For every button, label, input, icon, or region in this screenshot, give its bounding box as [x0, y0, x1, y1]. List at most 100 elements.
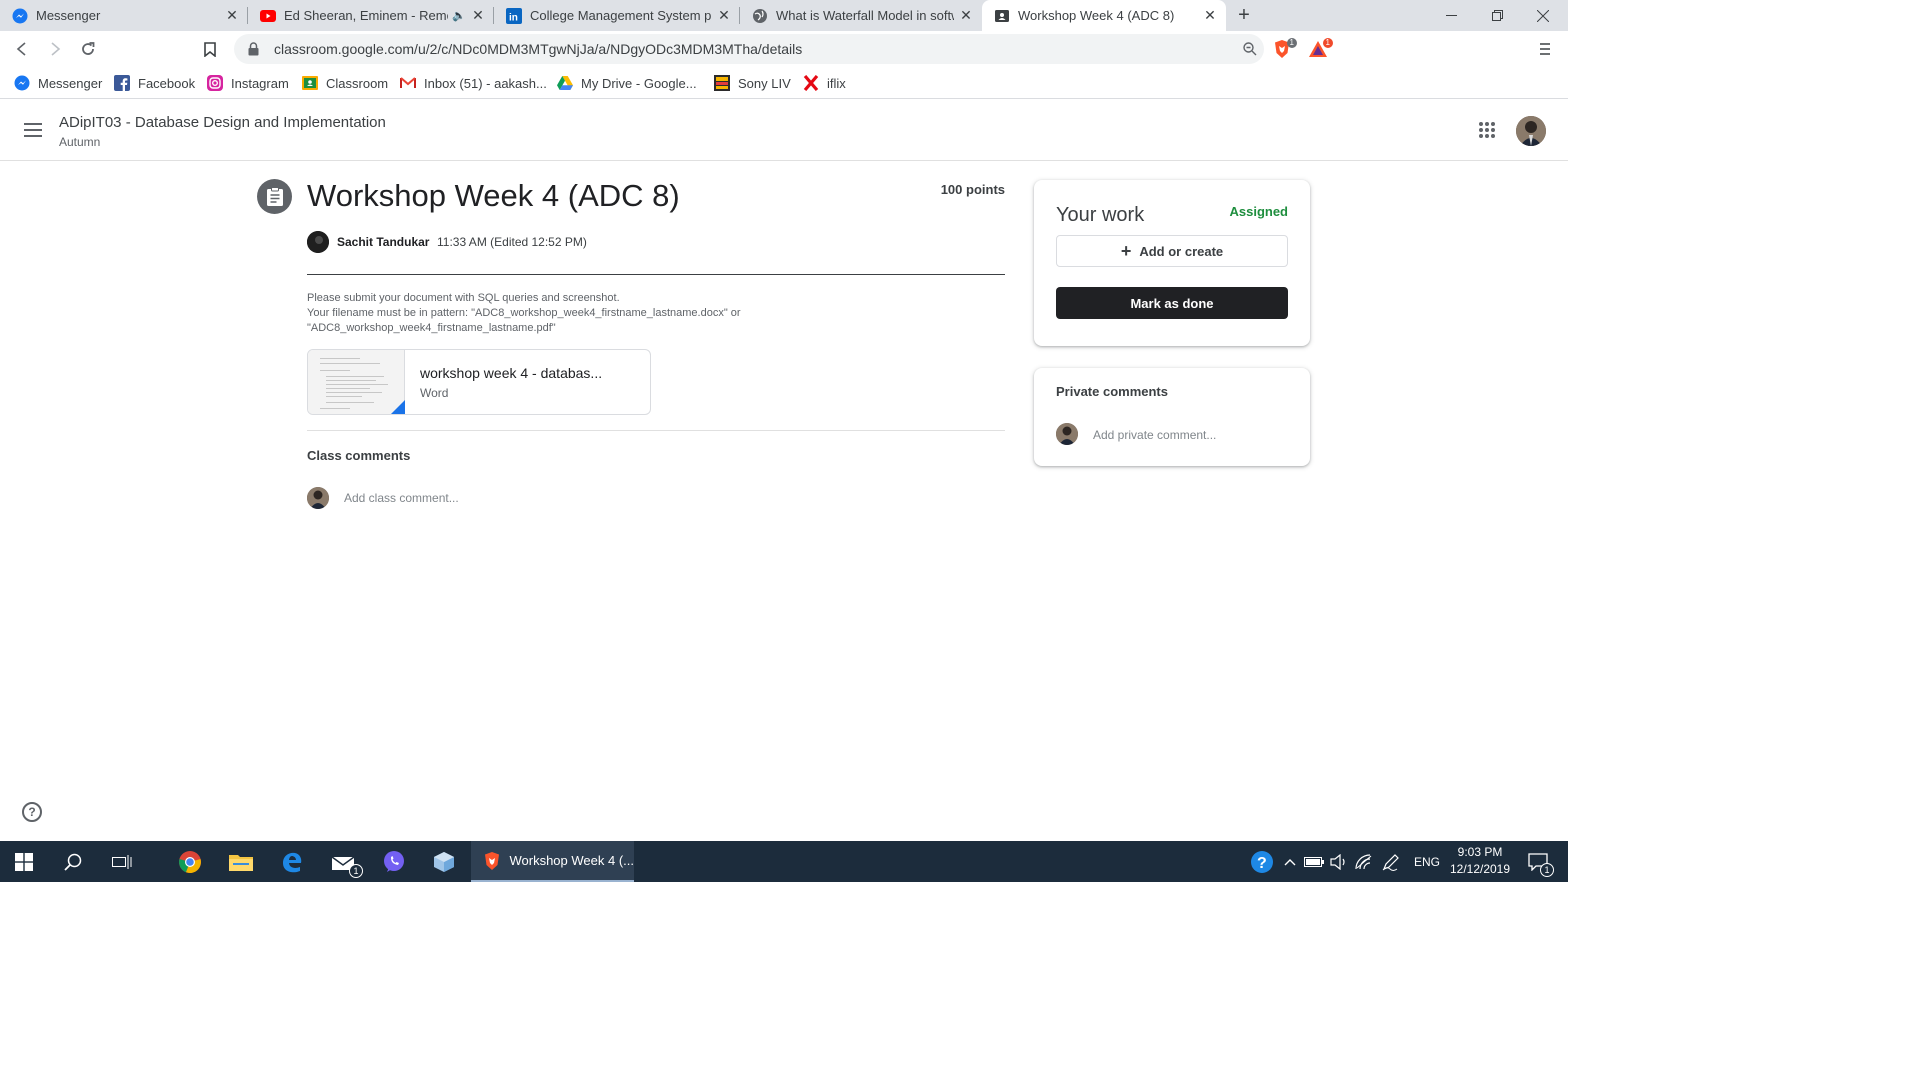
bookmark-facebook[interactable]: Facebook — [114, 73, 195, 93]
close-icon[interactable]: ✕ — [224, 7, 240, 24]
course-title[interactable]: ADipIT03 - Database Design and Implement… — [59, 114, 386, 131]
bookmark-label: Classroom — [326, 75, 389, 91]
new-tab-button[interactable]: + — [1232, 3, 1256, 27]
restore-button[interactable] — [1474, 0, 1520, 31]
chrome-icon[interactable] — [166, 841, 214, 882]
bookmark-label: iflix — [827, 75, 846, 91]
attachment-card[interactable]: workshop week 4 - databas... Word — [307, 349, 651, 415]
mail-icon[interactable]: 1 — [319, 841, 367, 882]
zoom-icon[interactable] — [1236, 35, 1264, 63]
bookmark-icon[interactable] — [196, 35, 224, 63]
battery-icon[interactable] — [1302, 841, 1326, 882]
taskbar-active-window[interactable]: Workshop Week 4 (... — [471, 841, 634, 882]
add-or-create-button[interactable]: + Add or create — [1056, 235, 1288, 267]
start-icon[interactable] — [0, 841, 48, 882]
word-file-icon — [389, 400, 405, 414]
file-explorer-icon[interactable] — [217, 841, 265, 882]
3d-box-icon[interactable] — [420, 841, 468, 882]
bookmark-inbox[interactable]: Inbox (51) - aakash... — [400, 73, 547, 93]
notification-count-badge: 1 — [1540, 863, 1554, 877]
instagram-icon — [207, 75, 223, 91]
main-menu-icon[interactable] — [19, 116, 47, 144]
menu-icon[interactable] — [1531, 35, 1559, 63]
tab-waterfall[interactable]: What is Waterfall Model in softwar ✕ — [740, 0, 982, 31]
tab-youtube[interactable]: Ed Sheeran, Eminem - Remem 🔈 ✕ — [248, 0, 494, 31]
private-comments-card: Private comments Add private comment... — [1034, 368, 1310, 466]
your-work-title: Your work — [1056, 204, 1145, 226]
tab-linkedin[interactable]: in College Management System proj ✕ — [494, 0, 740, 31]
user-avatar — [307, 487, 329, 509]
posted-time: 11:33 AM (Edited 12:52 PM) — [437, 235, 587, 249]
bookmark-label: Facebook — [138, 75, 196, 91]
gmail-icon — [400, 75, 416, 91]
chevron-up-icon[interactable] — [1280, 841, 1300, 882]
globe-icon — [752, 8, 768, 24]
viber-icon[interactable] — [370, 841, 418, 882]
tab-workshop[interactable]: Workshop Week 4 (ADC 8) ✕ — [982, 0, 1226, 31]
bookmark-drive[interactable]: My Drive - Google... — [557, 73, 697, 93]
title-divider — [307, 274, 1005, 275]
class-comments-label: Class comments — [307, 448, 411, 463]
tab-strip: Messenger ✕ Ed Sheeran, Eminem - Remem 🔈… — [0, 0, 1568, 31]
bookmark-messenger[interactable]: Messenger — [14, 73, 102, 93]
tab-title: College Management System proj — [530, 8, 712, 23]
reload-button[interactable] — [74, 35, 102, 63]
task-view-icon[interactable] — [98, 841, 146, 882]
bookmark-sonyliv[interactable]: Sony LIV — [714, 73, 791, 93]
rewards-icon[interactable]: 1 — [1306, 37, 1333, 61]
bookmark-label: Instagram — [231, 75, 289, 91]
forward-button[interactable] — [41, 35, 69, 63]
tab-title: Messenger — [36, 8, 101, 23]
tab-title: Ed Sheeran, Eminem - Remem — [284, 8, 449, 23]
comments-divider — [307, 430, 1005, 431]
close-icon[interactable]: ✕ — [958, 7, 974, 24]
class-comment-input[interactable]: Add class comment... — [344, 491, 459, 505]
help-tray-icon[interactable]: ? — [1248, 841, 1276, 882]
notifications-icon[interactable]: 1 — [1520, 841, 1556, 882]
close-icon[interactable]: ✕ — [1202, 7, 1218, 24]
tab-messenger[interactable]: Messenger ✕ — [0, 0, 248, 31]
svg-text:in: in — [509, 12, 518, 23]
volume-icon[interactable] — [1327, 841, 1351, 882]
taskbar-window-title: Workshop Week 4 (... — [509, 853, 634, 868]
back-button[interactable] — [8, 35, 36, 63]
search-icon[interactable] — [49, 841, 97, 882]
lock-icon — [248, 42, 262, 56]
sonyliv-icon — [714, 75, 730, 91]
wifi-icon[interactable] — [1352, 841, 1376, 882]
drive-icon — [557, 75, 573, 91]
attachment-type: Word — [420, 386, 449, 400]
bookmark-label: Sony LIV — [738, 75, 791, 91]
close-icon[interactable]: ✕ — [716, 7, 732, 24]
windows-taskbar: 1 Workshop Week 4 (... ? ENG 9:03 PM 12/… — [0, 841, 1568, 882]
account-avatar[interactable] — [1516, 116, 1546, 146]
description-line: "ADC8_workshop_week4_firstname_lastname.… — [307, 322, 556, 334]
bookmark-label: Inbox (51) - aakash... — [424, 75, 547, 91]
url-text[interactable]: classroom.google.com/u/2/c/NDc0MDM3MTgwN… — [274, 41, 1236, 57]
bookmark-iflix[interactable]: iflix — [803, 73, 846, 93]
mark-as-done-button[interactable]: Mark as done — [1056, 287, 1288, 319]
bookmark-label: Messenger — [38, 75, 103, 91]
speaker-icon[interactable]: 🔈 — [452, 9, 466, 22]
clock-time: 9:03 PM — [1457, 845, 1503, 859]
bookmark-classroom[interactable]: Classroom — [302, 73, 388, 93]
user-avatar — [1056, 423, 1078, 445]
apps-grid-icon[interactable] — [1474, 117, 1500, 143]
clock[interactable]: 9:03 PM 12/12/2019 — [1444, 844, 1516, 878]
pen-icon[interactable] — [1378, 841, 1404, 882]
tab-title: What is Waterfall Model in softwar — [776, 8, 954, 23]
help-icon[interactable]: ? — [22, 802, 42, 822]
classroom-header: ADipIT03 - Database Design and Implement… — [0, 100, 1568, 161]
bookmark-instagram[interactable]: Instagram — [207, 73, 289, 93]
minimize-button[interactable] — [1428, 0, 1474, 31]
close-window-button[interactable] — [1520, 0, 1566, 31]
close-icon[interactable]: ✕ — [470, 7, 486, 24]
mail-count-badge: 1 — [349, 864, 363, 878]
edge-icon[interactable] — [268, 841, 316, 882]
address-bar[interactable]: classroom.google.com/u/2/c/NDc0MDM3MTgwN… — [234, 34, 1264, 64]
language-indicator[interactable]: ENG — [1408, 841, 1446, 882]
brave-icon — [483, 851, 501, 871]
private-comment-input[interactable]: Add private comment... — [1093, 428, 1216, 442]
add-or-create-label: Add or create — [1139, 243, 1224, 259]
brave-shield-icon[interactable]: 1 — [1270, 37, 1297, 61]
